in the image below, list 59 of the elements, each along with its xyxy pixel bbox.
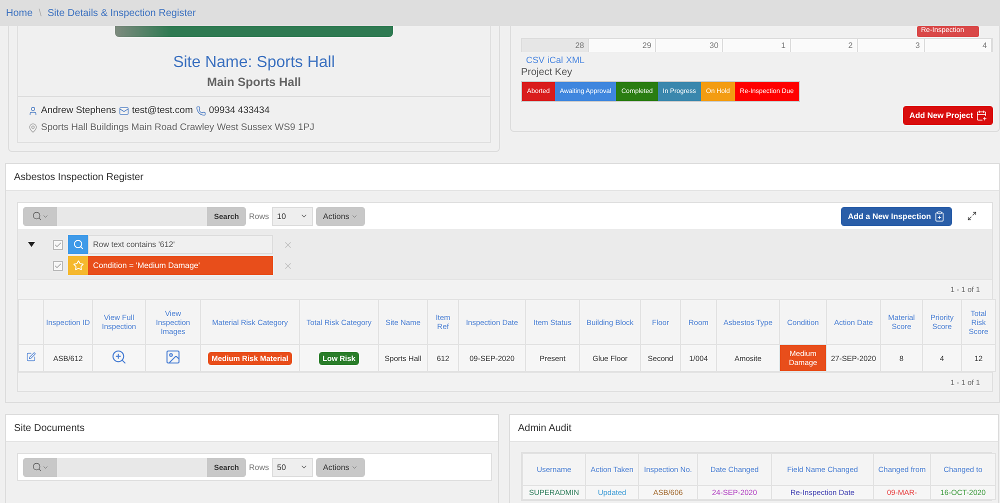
search-menu-button[interactable] <box>23 206 57 226</box>
panel-title: Admin Audit <box>518 422 572 434</box>
export-link[interactable]: iCal <box>548 55 564 65</box>
calendar-day[interactable]: 28 <box>522 39 590 52</box>
contact-email: test@test.com <box>132 105 193 116</box>
expand-icon <box>967 211 977 221</box>
filter-checkbox[interactable] <box>53 240 63 250</box>
calendar-day[interactable]: 1 <box>723 39 791 52</box>
actions-button[interactable]: Actions <box>316 206 366 226</box>
filter-checkbox[interactable] <box>53 260 63 270</box>
search-icon <box>32 462 42 472</box>
export-link[interactable]: XML <box>566 55 585 65</box>
rows-select[interactable]: 10 <box>272 206 314 226</box>
phone-icon <box>196 106 206 116</box>
search-filter-icon <box>68 235 88 254</box>
contact-phone: 09934 433434 <box>208 105 270 116</box>
contact-name: Andrew Stephens <box>41 105 116 116</box>
calendar-plus-icon <box>976 110 987 121</box>
calendar-day[interactable]: 4 <box>924 39 992 52</box>
breadcrumb-separator: \ <box>38 8 42 18</box>
calendar-day[interactable]: 29 <box>589 39 656 52</box>
rows-label: Rows <box>249 212 270 220</box>
project-key-title: Project Key <box>521 67 574 78</box>
clipboard-plus-icon <box>934 210 945 222</box>
search-icon <box>32 211 42 221</box>
export-link[interactable]: CSV <box>526 55 545 65</box>
edit-icon <box>26 352 36 362</box>
chevron-down-icon <box>351 464 358 470</box>
calendar-day[interactable]: 3 <box>858 39 925 52</box>
calendar-day[interactable]: 30 <box>656 39 724 52</box>
close-icon <box>283 240 293 250</box>
zoom-in-icon <box>111 349 127 365</box>
site-address: Sports Hall Buildings Main Road Crawley West Sussex WS9 1PJ <box>41 122 314 133</box>
filter-label[interactable]: Row text contains '612' <box>88 235 273 254</box>
calendar-day[interactable]: 2 <box>790 39 858 52</box>
chevron-down-icon <box>300 212 308 220</box>
chevron-down-icon <box>351 212 358 220</box>
breadcrumb-link[interactable]: Site Details & Inspection Register <box>47 8 196 18</box>
rows-label: Rows <box>249 462 270 472</box>
site-title: Site Name: Sports Hall <box>173 54 335 72</box>
panel-title: Asbestos Inspection Register <box>14 172 144 182</box>
chevron-down-icon <box>42 212 48 220</box>
filter-label[interactable]: Condition = 'Medium Damage' <box>88 256 273 275</box>
mail-icon <box>119 106 129 116</box>
rows-select[interactable]: 50 <box>272 458 314 476</box>
close-icon <box>283 260 293 270</box>
user-icon <box>28 106 38 116</box>
actions-button[interactable]: Actions <box>316 458 366 476</box>
image-icon <box>165 349 181 365</box>
chevron-down-icon <box>42 464 48 470</box>
site-subtitle: Main Sports Hall <box>206 75 301 89</box>
add-project-button[interactable]: Add New Project <box>903 106 993 125</box>
search-menu-button[interactable] <box>23 458 57 476</box>
chevron-down-icon <box>300 463 308 471</box>
collapse-caret-icon[interactable] <box>28 242 35 247</box>
map-pin-icon <box>28 122 38 132</box>
add-inspection-button[interactable]: Add a New Inspection <box>840 206 952 226</box>
panel-title: Site Documents <box>14 422 85 434</box>
breadcrumb-link[interactable]: Home <box>6 8 33 18</box>
